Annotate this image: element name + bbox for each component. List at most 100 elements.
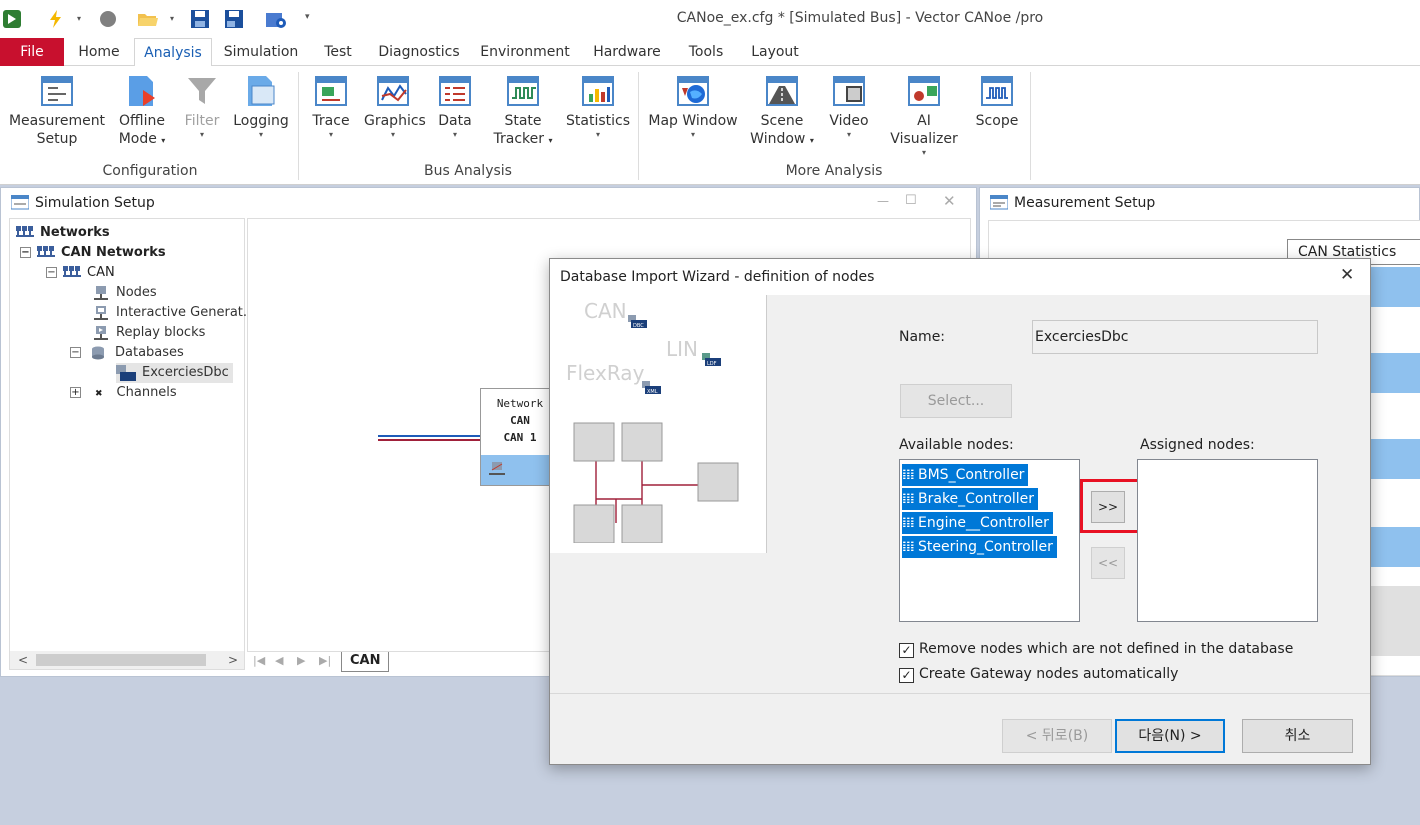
map-window-button[interactable]: Map Window ▾ [646,74,740,140]
network-block[interactable]: Network CAN CAN 1 [480,388,560,486]
next-button[interactable]: 다음(N) > [1115,719,1225,753]
xml-file-icon: XML [642,381,662,399]
measurement-block[interactable] [1369,586,1420,656]
first-page-icon[interactable]: |◀ [253,654,265,667]
list-item[interactable]: 𝍖 Steering_Controller [902,536,1057,558]
network-block-footer [481,455,559,485]
list-item[interactable]: 𝍖 Brake_Controller [902,488,1039,510]
expand-icon[interactable]: + [70,387,81,398]
maximize-icon[interactable]: ☐ [905,193,917,208]
tab-tools[interactable]: Tools [678,38,734,66]
measurement-setup-icon [40,74,74,108]
state-tracker-button[interactable]: State Tracker ▾ [488,74,558,150]
canvas-tab-can[interactable]: CAN [341,652,390,672]
dialog-close-icon[interactable]: ✕ [1340,265,1354,285]
tree-can-label: CAN [87,265,115,280]
measurement-block[interactable] [1369,439,1420,479]
filter-button[interactable]: Filter ▾ [180,74,224,140]
logging-button[interactable]: Logging ▾ [232,74,290,140]
tree-item-can-networks[interactable]: − CAN Networks [20,243,166,263]
database-icon [92,346,104,359]
close-icon[interactable]: ✕ [943,192,956,210]
node-label: Engine__Controller [918,515,1049,531]
ribbon-separator [638,72,639,180]
node-icon: 𝍖 [902,515,915,531]
measurement-block[interactable] [1369,527,1420,567]
simulation-setup-icon [10,194,30,211]
dbc-file-icon [116,364,136,381]
unassign-button[interactable]: << [1091,547,1125,579]
scroll-left-icon[interactable]: < [18,653,28,667]
map-window-icon [676,74,710,108]
data-button[interactable]: Data ▾ [430,74,480,140]
map-window-label: Map Window [648,113,738,129]
prev-page-icon[interactable]: ◀ [275,654,283,667]
minimize-icon[interactable]: — [877,194,889,208]
tree-item-interactive-generators[interactable]: Interactive Generat... [94,303,255,323]
tree-item-database-file[interactable]: ExcerciesDbc [116,363,233,383]
tab-layout[interactable]: Layout [742,38,808,66]
tree-item-channels[interactable]: + ✖ Channels [70,383,177,403]
name-field[interactable]: ExcerciesDbc [1032,320,1318,354]
available-nodes-label: Available nodes: [899,437,1014,453]
tab-diagnostics[interactable]: Diagnostics [372,38,466,66]
tree-item-databases[interactable]: − Databases [70,343,184,363]
list-item[interactable]: 𝍖 Engine__Controller [902,512,1053,534]
graphics-button[interactable]: Graphics ▾ [364,74,426,140]
list-item[interactable]: 𝍖 BMS_Controller [902,464,1029,486]
tab-file[interactable]: File [0,38,64,66]
dbc-file-icon: DBC [628,315,648,333]
ai-visualizer-button[interactable]: AI Visualizer ▾ [882,74,966,158]
last-page-icon[interactable]: ▶| [319,654,331,667]
trace-button[interactable]: Trace ▾ [306,74,356,140]
collapse-icon[interactable]: − [46,267,57,278]
tab-test[interactable]: Test [312,38,364,66]
dbc-badge-text: DBC [633,323,644,329]
tree-item-replay-blocks[interactable]: Replay blocks [94,323,205,343]
next-page-icon[interactable]: ▶ [297,654,305,667]
measurement-setup-button[interactable]: Measurement Setup [8,74,106,148]
measurement-block[interactable] [1369,353,1420,393]
scene-window-label-2: Window [750,131,806,147]
scroll-right-icon[interactable]: > [228,653,238,667]
measurement-block[interactable] [1369,267,1420,307]
network-tree: Networks − CAN Networks − CAN Nodes Intera… [9,218,255,670]
assigned-nodes-list[interactable] [1137,459,1318,622]
filter-label: Filter [184,113,220,129]
remove-nodes-checkbox[interactable]: ✓ [899,643,914,658]
tab-hardware[interactable]: Hardware [586,38,668,66]
ldf-badge-text: LDF [707,361,717,367]
offline-mode-button[interactable]: Offline Mode ▾ [112,74,172,150]
video-button[interactable]: Video ▾ [824,74,874,140]
scrollbar-thumb[interactable] [36,654,206,666]
tab-home[interactable]: Home [70,38,128,66]
collapse-icon[interactable]: − [20,247,31,258]
logging-label: Logging [233,113,289,129]
collapse-icon[interactable]: − [70,347,81,358]
tab-environment[interactable]: Environment [474,38,576,66]
tab-simulation[interactable]: Simulation [218,38,304,66]
back-button[interactable]: < 뒤로(B) [1002,719,1112,753]
scope-button[interactable]: Scope [974,74,1020,130]
select-button[interactable]: Select... [900,384,1012,418]
name-label: Name: [899,329,946,345]
assign-button[interactable]: >> [1091,491,1125,523]
statistics-label: Statistics [566,113,630,129]
available-nodes-list[interactable]: 𝍖 BMS_Controller 𝍖 Brake_Controller 𝍖 Engin… [899,459,1080,622]
tree-item-nodes[interactable]: Nodes [94,283,157,303]
tree-horizontal-scrollbar[interactable]: < > [10,651,244,669]
gateway-nodes-checkbox[interactable]: ✓ [899,668,914,683]
cancel-button[interactable]: 취소 [1242,719,1353,753]
bus-line-red [378,439,482,441]
tree-item-can[interactable]: − CAN [46,263,115,283]
scope-icon [980,74,1014,108]
generator-icon [94,305,108,320]
illustration-lin-label: LIN [666,337,699,361]
scene-window-label-1: Scene [760,113,804,129]
scene-window-button[interactable]: Scene Window ▾ [748,74,816,150]
measurement-setup-label-1: Measurement [8,113,106,129]
tree-item-networks[interactable]: Networks [16,223,110,243]
tab-analysis[interactable]: Analysis [134,38,212,67]
statistics-button[interactable]: Statistics ▾ [566,74,630,140]
offline-mode-label-1: Offline [119,113,165,129]
